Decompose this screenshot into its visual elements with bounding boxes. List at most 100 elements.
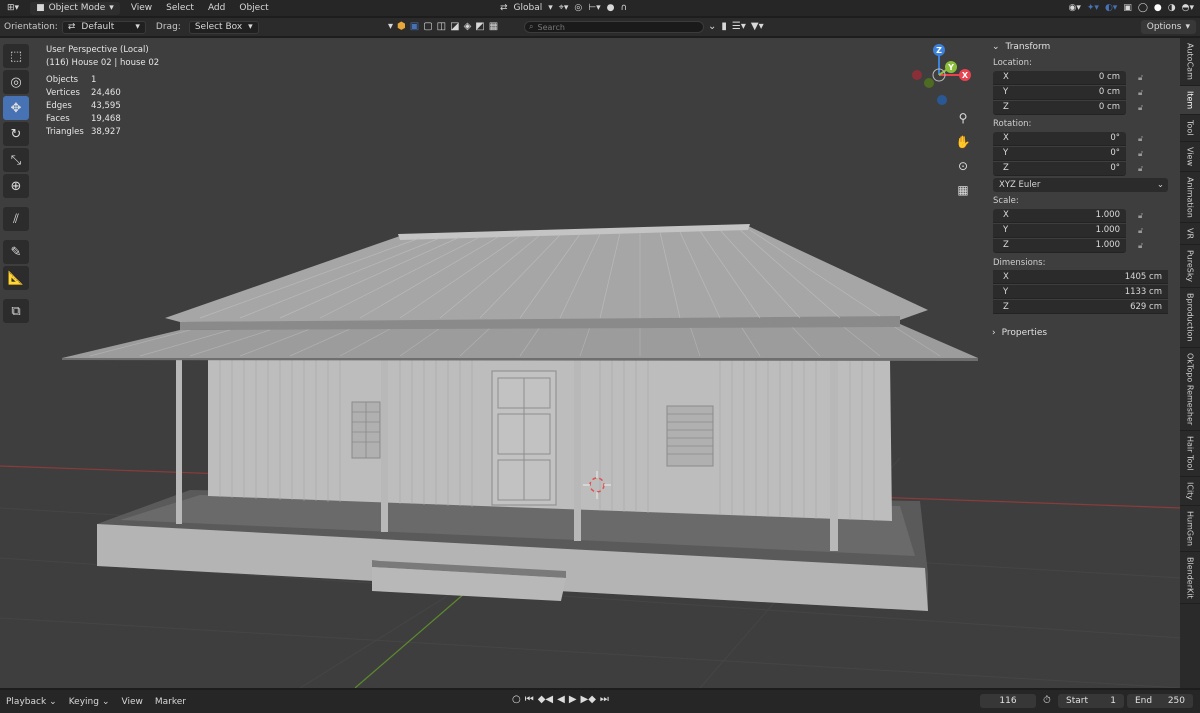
- add-cube-icon[interactable]: ⧉: [3, 299, 29, 323]
- wireframe-shading-icon[interactable]: ◯: [1138, 3, 1148, 13]
- play-reverse-icon[interactable]: ◀: [557, 694, 565, 705]
- filter-icon-5[interactable]: ◩: [475, 21, 484, 32]
- annotate-icon[interactable]: ⫽: [3, 207, 29, 231]
- color-picker-icon[interactable]: ⬢: [397, 21, 406, 32]
- location-x-field[interactable]: X 0 cm: [993, 70, 1126, 85]
- stopwatch-icon[interactable]: ⏱: [1043, 695, 1051, 706]
- location-z-field[interactable]: Z 0 cm: [993, 100, 1126, 115]
- dimensions-x-field[interactable]: X 1405 cm: [993, 270, 1168, 284]
- lock-icon[interactable]: 🔓︎: [1138, 103, 1150, 113]
- proportional-edit-icon[interactable]: ●: [607, 3, 615, 13]
- rotation-x-field[interactable]: X 0°: [993, 131, 1126, 146]
- move-icon[interactable]: ✥: [3, 96, 29, 120]
- hand-icon[interactable]: ✋: [953, 132, 973, 152]
- filter-icon-1[interactable]: ▢: [423, 21, 432, 32]
- filter-icon-3[interactable]: ◪: [450, 21, 459, 32]
- bookmark-icon[interactable]: ▮: [721, 21, 727, 32]
- start-frame-field[interactable]: Start 1: [1058, 694, 1124, 708]
- collapse-icon[interactable]: ⌄: [708, 21, 716, 32]
- visibility-icon[interactable]: ◉▾: [1069, 3, 1081, 13]
- rotate-icon[interactable]: ↻: [3, 122, 29, 146]
- menu-view[interactable]: View: [124, 3, 159, 13]
- tab-animation[interactable]: Animation: [1180, 172, 1200, 224]
- tab-blenderkit[interactable]: BlenderKit: [1180, 552, 1200, 605]
- navigation-gizmo[interactable]: Z X Y: [905, 40, 975, 110]
- filter-icon-2[interactable]: ◫: [437, 21, 446, 32]
- lock-icon[interactable]: 🔓︎: [1138, 241, 1150, 251]
- lock-icon[interactable]: 🔓︎: [1138, 211, 1150, 221]
- tab-puresky[interactable]: PureSky: [1180, 245, 1200, 289]
- pivot-icon[interactable]: ⌖▾: [559, 3, 569, 13]
- lock-icon[interactable]: 🔓︎: [1138, 164, 1150, 174]
- jump-end-icon[interactable]: ⏭: [600, 694, 609, 705]
- rotation-z-field[interactable]: Z 0°: [993, 161, 1126, 176]
- chevron-down-icon[interactable]: ▾: [388, 21, 393, 32]
- jump-start-icon[interactable]: ⏮: [525, 694, 534, 705]
- lock-icon[interactable]: 🔓︎: [1138, 149, 1150, 159]
- zoom-icon[interactable]: ⚲: [953, 108, 973, 128]
- camera-icon[interactable]: ⊙: [953, 156, 973, 176]
- funnel-icon[interactable]: ▼▾: [751, 21, 764, 32]
- timeline-menu-playback[interactable]: Playback ⌄: [0, 697, 63, 707]
- tab-vr[interactable]: VR: [1180, 223, 1200, 246]
- falloff-icon[interactable]: ∩: [620, 3, 627, 13]
- sort-icon[interactable]: ☰▾: [732, 21, 746, 32]
- tab-autocam[interactable]: AutoCam: [1180, 38, 1200, 86]
- menu-select[interactable]: Select: [159, 3, 201, 13]
- tab-oktopo-remesher[interactable]: OkTopo Remesher: [1180, 348, 1200, 431]
- transform-icon[interactable]: ⊕: [3, 174, 29, 198]
- overlay-toggle-icon[interactable]: ◐▾: [1105, 3, 1117, 13]
- drag-dropdown[interactable]: Select Box ▾: [188, 20, 259, 34]
- options-button[interactable]: Options ▾: [1140, 20, 1196, 34]
- scale-icon[interactable]: ⤡: [3, 148, 29, 172]
- dimensions-y-field[interactable]: Y 1133 cm: [993, 285, 1168, 299]
- rendered-shading-icon[interactable]: ◓▾: [1182, 3, 1194, 13]
- tab-icity[interactable]: ICity: [1180, 477, 1200, 506]
- timeline-menu-marker[interactable]: Marker: [149, 697, 192, 707]
- tab-item[interactable]: Item: [1180, 85, 1200, 116]
- tab-hair-tool[interactable]: Hair Tool: [1180, 431, 1200, 477]
- xray-icon[interactable]: ▣: [1123, 3, 1132, 13]
- end-frame-field[interactable]: End 250: [1127, 694, 1193, 708]
- transform-panel-header[interactable]: ⌄ Transform: [988, 38, 1171, 56]
- lock-icon[interactable]: 🔓︎: [1138, 226, 1150, 236]
- snap-icon[interactable]: ◎: [574, 3, 582, 13]
- material-shading-icon[interactable]: ◑: [1168, 3, 1176, 13]
- gizmo-toggle-icon[interactable]: ✦▾: [1087, 3, 1099, 13]
- snap-target-icon[interactable]: ⊢▾: [588, 3, 600, 13]
- mode-dropdown[interactable]: ■ Object Mode ▾: [30, 1, 120, 15]
- tab-view[interactable]: View: [1180, 142, 1200, 172]
- rotation-mode-dropdown[interactable]: XYZ Euler ⌄: [993, 178, 1168, 192]
- cursor-icon[interactable]: ◎: [3, 70, 29, 94]
- scale-x-field[interactable]: X 1.000: [993, 208, 1126, 223]
- play-icon[interactable]: ▶: [569, 694, 577, 705]
- editor-type-icon[interactable]: ⊞▾: [0, 3, 26, 13]
- measure-icon[interactable]: 📐: [3, 266, 29, 290]
- scale-y-field[interactable]: Y 1.000: [993, 223, 1126, 238]
- properties-panel-header[interactable]: › Properties: [988, 324, 1171, 342]
- menu-object[interactable]: Object: [232, 3, 275, 13]
- tab-humgen[interactable]: HumGen: [1180, 506, 1200, 552]
- filter-icon-4[interactable]: ◈: [464, 21, 472, 32]
- filter-icon-6[interactable]: ▦: [489, 21, 498, 32]
- select-box-icon[interactable]: ⬚: [3, 44, 29, 68]
- solid-shading-icon[interactable]: ●: [1154, 3, 1162, 13]
- current-frame-field[interactable]: 116: [980, 694, 1036, 708]
- menu-add[interactable]: Add: [201, 3, 232, 13]
- box-icon[interactable]: ▣: [410, 21, 419, 32]
- orientation-dropdown[interactable]: ⇄ Default ▾: [61, 20, 146, 34]
- rotation-y-field[interactable]: Y 0°: [993, 146, 1126, 161]
- timeline-menu-keying[interactable]: Keying ⌄: [63, 697, 116, 707]
- scale-z-field[interactable]: Z 1.000: [993, 238, 1126, 253]
- grid-icon[interactable]: ▦: [953, 180, 973, 200]
- timeline-menu-view[interactable]: View: [116, 697, 149, 707]
- search-input[interactable]: ⌕ Search: [524, 21, 704, 33]
- location-y-field[interactable]: Y 0 cm: [993, 85, 1126, 100]
- draw-icon[interactable]: ✎: [3, 240, 29, 264]
- prev-keyframe-icon[interactable]: ◆◀: [538, 694, 553, 705]
- tab-bproduction[interactable]: Bproduction: [1180, 288, 1200, 348]
- lock-icon[interactable]: 🔓︎: [1138, 88, 1150, 98]
- next-keyframe-icon[interactable]: ▶◆: [581, 694, 596, 705]
- record-icon[interactable]: ○: [512, 694, 521, 705]
- dimensions-z-field[interactable]: Z 629 cm: [993, 300, 1168, 314]
